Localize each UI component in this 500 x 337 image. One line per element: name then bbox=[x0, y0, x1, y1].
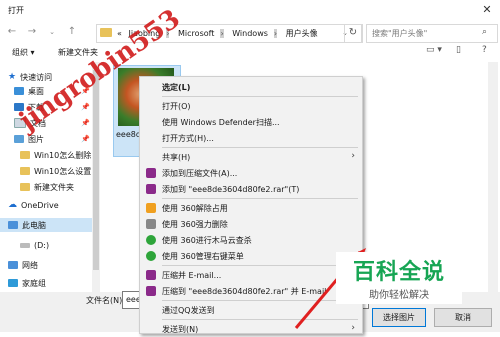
pin-icon: 📌 bbox=[81, 119, 90, 127]
cloud-icon: ☁ bbox=[8, 200, 17, 210]
drive-icon bbox=[20, 242, 30, 248]
search-icon: ⌕ bbox=[482, 27, 488, 37]
sidebar-item-homegroup[interactable]: 家庭组 bbox=[8, 276, 92, 290]
folder-icon bbox=[20, 167, 30, 175]
sidebar-item-label: 此电脑 bbox=[22, 220, 46, 230]
sidebar-item-label: Win10怎么设置 bbox=[34, 166, 92, 176]
sidebar-item-folder[interactable]: Win10怎么设置 bbox=[20, 164, 92, 178]
search-placeholder: 搜索"用户头像" bbox=[372, 29, 428, 38]
sidebar-item-drive-d[interactable]: (D:) bbox=[20, 238, 92, 252]
picture-icon bbox=[14, 135, 24, 143]
help-icon[interactable]: ? bbox=[482, 45, 487, 55]
desktop-icon bbox=[14, 87, 24, 95]
refresh-icon[interactable]: ↻ bbox=[344, 24, 362, 43]
delete-360-icon bbox=[146, 219, 156, 229]
sidebar-item-label: 家庭组 bbox=[22, 278, 46, 288]
manage-360-icon bbox=[146, 251, 156, 261]
sidebar-item-label: 新建文件夹 bbox=[34, 182, 74, 192]
menu-item-add-to-rar[interactable]: 添加到 "eee8de3604d80fe2.rar"(T) bbox=[140, 181, 362, 197]
sidebar-item-onedrive[interactable]: ☁ OneDrive bbox=[8, 198, 92, 212]
chevron-right-icon: › bbox=[351, 151, 355, 161]
forward-arrow-icon[interactable]: → bbox=[25, 25, 39, 39]
search-input[interactable]: 搜索"用户头像" ⌕ bbox=[366, 24, 498, 43]
title-bar bbox=[0, 0, 500, 20]
organize-button[interactable]: 组织 ▾ bbox=[12, 47, 35, 58]
winrar-icon bbox=[146, 168, 156, 178]
sidebar-item-network[interactable]: 网络 bbox=[8, 258, 92, 272]
sidebar-item-label: 网络 bbox=[22, 260, 38, 270]
close-icon[interactable]: ✕ bbox=[478, 2, 496, 18]
menu-separator bbox=[162, 96, 358, 97]
sidebar-item-label: 快速访问 bbox=[20, 72, 53, 82]
recent-dropdown-icon[interactable]: ⌄ bbox=[45, 25, 59, 39]
sidebar-item-folder[interactable]: 新建文件夹 bbox=[20, 180, 92, 194]
folder-icon bbox=[20, 183, 30, 191]
menu-item-360-delete[interactable]: 使用 360强力删除 bbox=[140, 216, 362, 232]
network-icon bbox=[8, 261, 18, 269]
breadcrumb-item[interactable]: 用户头像 bbox=[286, 29, 318, 38]
pin-icon: 📌 bbox=[81, 135, 90, 143]
breadcrumb-item[interactable]: Windows bbox=[232, 29, 268, 38]
menu-item-open[interactable]: 打开(O) bbox=[140, 98, 362, 114]
menu-item-share[interactable]: 共享(H) › bbox=[140, 149, 362, 165]
unlock-360-icon bbox=[146, 203, 156, 213]
star-icon: ★ bbox=[8, 72, 17, 82]
window-title: 打开 bbox=[8, 6, 24, 15]
menu-separator bbox=[162, 198, 358, 199]
computer-icon bbox=[8, 221, 18, 229]
content-scrollbar[interactable] bbox=[488, 62, 498, 292]
scan-360-icon bbox=[146, 235, 156, 245]
sidebar-item-pictures[interactable]: 图片 📌 bbox=[14, 132, 92, 146]
view-options-icon[interactable]: ▭ ▾ bbox=[426, 45, 442, 55]
sidebar-scroll-thumb[interactable] bbox=[93, 70, 99, 270]
breadcrumb-item[interactable]: Microsoft bbox=[178, 29, 214, 38]
up-arrow-icon[interactable]: ↑ bbox=[65, 25, 79, 39]
sidebar-item-label: OneDrive bbox=[21, 200, 59, 210]
open-button[interactable]: 选择图片 bbox=[372, 308, 426, 327]
menu-separator bbox=[162, 147, 358, 148]
preview-pane-icon[interactable]: ▯ bbox=[456, 45, 461, 55]
sidebar-item-label: (D:) bbox=[34, 240, 50, 250]
sidebar-item-folder[interactable]: Win10怎么删除 bbox=[20, 148, 92, 162]
menu-item-360-unlock[interactable]: 使用 360解除占用 bbox=[140, 200, 362, 216]
folder-icon bbox=[100, 28, 112, 37]
cancel-button[interactable]: 取消 bbox=[434, 308, 492, 327]
back-arrow-icon[interactable]: ← bbox=[5, 25, 19, 39]
filename-label: 文件名(N): bbox=[86, 296, 125, 305]
winrar-icon bbox=[146, 270, 156, 280]
logo-subtitle: 助你轻松解决 bbox=[369, 290, 429, 301]
pin-icon: 📌 bbox=[81, 103, 90, 111]
menu-item-add-to-archive[interactable]: 添加到压缩文件(A)... bbox=[140, 165, 362, 181]
logo-title: 百科全说 bbox=[352, 260, 445, 285]
folder-icon bbox=[20, 151, 30, 159]
menu-item-open-with[interactable]: 打开方式(H)... bbox=[140, 130, 362, 146]
menu-item-select[interactable]: 选定(L) bbox=[140, 79, 362, 95]
homegroup-icon bbox=[8, 279, 18, 287]
sidebar-item-label: Win10怎么删除 bbox=[34, 150, 92, 160]
menu-item-360-scan[interactable]: 使用 360进行木马云查杀 bbox=[140, 232, 362, 248]
sidebar-item-this-pc[interactable]: 此电脑 bbox=[0, 218, 100, 232]
winrar-icon bbox=[146, 184, 156, 194]
menu-item-defender-scan[interactable]: 使用 Windows Defender扫描... bbox=[140, 114, 362, 130]
logo: 百科全说 助你轻松解决 bbox=[336, 252, 462, 304]
winrar-icon bbox=[146, 286, 156, 296]
